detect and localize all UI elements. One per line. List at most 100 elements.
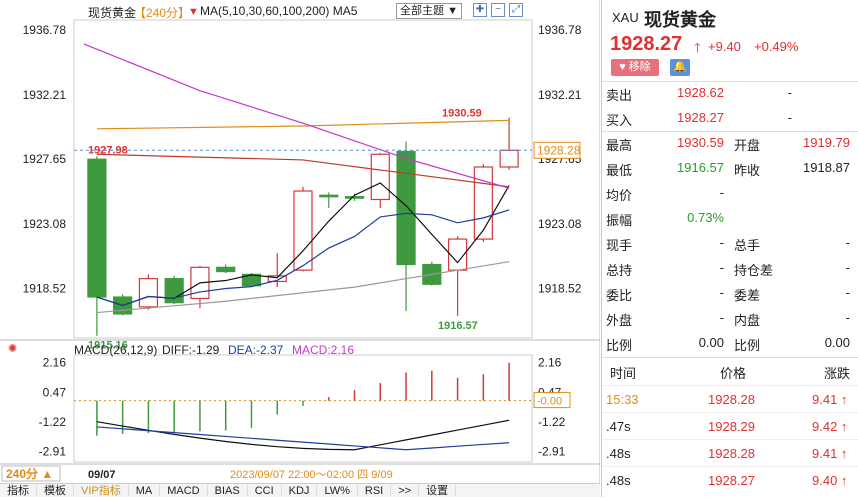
current-price-tag: 1928.28	[537, 143, 581, 157]
buy-price: 1928.27	[677, 110, 724, 125]
bottom-tab[interactable]: >>	[391, 484, 420, 497]
macd-tick-left: 2.16	[43, 356, 67, 370]
chart-area[interactable]: 1936.78 1936.78 1932.21 1932.21 1927.65 1927.…	[0, 0, 600, 497]
expand-icon[interactable]: ⤢	[509, 3, 523, 17]
macd-settings-icon: ✺	[8, 343, 17, 355]
ma-down-icon: ▼	[188, 6, 199, 18]
tick-row[interactable]: .48s 1928.28 9.41 ↑	[602, 439, 858, 464]
indicator-tab-bar: 指标 模板 VIP指标 MA MACD BIAS CCI KDJ LW% RSI >> 设置	[0, 483, 600, 497]
crosshair-icon[interactable]: ✚	[473, 3, 487, 17]
stat-value: 0.73%	[687, 210, 724, 225]
tick-row[interactable]: .48s 1928.27 9.40 ↑	[602, 466, 858, 491]
candle-body	[87, 158, 107, 298]
candle-body	[370, 153, 390, 201]
ma100-line	[96, 119, 510, 130]
tick-row[interactable]: .47s 1928.29 9.42 ↑	[602, 412, 858, 437]
stat-label: 总持	[606, 263, 633, 278]
bottom-tab[interactable]: BIAS	[208, 484, 248, 497]
stat-value: -	[845, 285, 850, 300]
theme-dropdown[interactable]: 全部主题 ▼	[396, 3, 462, 19]
stat-label: 昨收	[734, 163, 761, 178]
chevron-down-icon: ▼	[447, 5, 458, 17]
buy-volume: -	[787, 110, 792, 125]
stat-label: 现手	[606, 238, 633, 253]
price-tick-left: 1932.21	[23, 88, 67, 102]
chart-period: 【240分】	[134, 6, 191, 20]
macd-tick-right: -1.22	[538, 415, 566, 429]
tick-change: 9.41 ↑	[812, 392, 848, 407]
stat-value: -	[719, 235, 724, 250]
annotation-low2: 1916.57	[438, 320, 478, 332]
stat-value: 1930.59	[677, 135, 724, 150]
tick-price: 1928.27	[708, 473, 755, 488]
ticks-change-header: 涨跌	[824, 366, 851, 381]
stat-value: -	[845, 260, 850, 275]
stat-value: -	[845, 235, 850, 250]
candle-body	[499, 149, 519, 168]
period-selector: 240分 ▲	[6, 466, 53, 481]
bottom-tab[interactable]: VIP指标	[74, 484, 129, 497]
stat-label: 开盘	[734, 138, 761, 153]
quote-panel: XAU 现货黄金 1928.27 🡑 +9.40 +0.49% ♥ 移除 🔔 卖…	[601, 0, 858, 497]
stat-label: 均价	[606, 188, 633, 203]
remove-watchlist-button[interactable]: ♥ 移除	[611, 59, 659, 76]
bell-icon[interactable]: 🔔	[670, 59, 690, 76]
buy-label: 买入	[606, 113, 633, 128]
chart-title: 现货黄金	[88, 6, 137, 20]
tick-change: 9.40 ↑	[812, 473, 848, 488]
sell-volume: -	[787, 85, 792, 100]
stat-value: -	[719, 185, 724, 200]
tick-change: 9.42 ↑	[812, 419, 848, 434]
bottom-tab[interactable]: KDJ	[282, 484, 318, 497]
stat-label: 委比	[606, 288, 633, 303]
macd-label: MACD(26,12,9)	[74, 343, 157, 357]
tick-time: .47s	[606, 419, 631, 434]
zoom-out-icon[interactable]: −	[491, 3, 505, 17]
price-change: +9.40	[708, 39, 741, 54]
stat-label: 振幅	[606, 213, 633, 228]
stat-label: 持仓差	[734, 263, 774, 278]
bottom-tab[interactable]: 设置	[419, 484, 457, 497]
candle-body	[319, 194, 339, 198]
macd-zero-tag: -0.00	[537, 396, 562, 408]
candle-body	[473, 166, 493, 240]
stat-label: 委差	[734, 288, 761, 303]
tick-change: 9.41 ↑	[812, 446, 848, 461]
price-change-pct: +0.49%	[754, 39, 799, 54]
candle-body	[396, 150, 416, 266]
dea-line	[96, 426, 510, 451]
price-tick-right: 1932.21	[538, 88, 582, 102]
bottom-tab[interactable]: RSI	[358, 484, 392, 497]
price-tick-right: 1918.52	[538, 281, 582, 295]
stat-value: -	[719, 310, 724, 325]
candle-body	[293, 190, 313, 271]
stat-label: 内盘	[734, 313, 761, 328]
macd-tick-left: -1.22	[39, 415, 67, 429]
bottom-tab[interactable]: MA	[129, 484, 161, 497]
price-tick-left: 1918.52	[23, 281, 67, 295]
stat-value: 1919.79	[803, 135, 850, 150]
annotation-prev: 1927.98	[88, 145, 128, 157]
remove-label: 移除	[628, 61, 651, 73]
last-price: 1928.27	[610, 33, 683, 55]
kline-chart[interactable]: 1936.78 1936.78 1932.21 1932.21 1927.65 1927.…	[0, 0, 600, 497]
candle-body	[164, 278, 184, 304]
ma-legend: MA(5,10,30,60,100,200) MA5	[200, 4, 358, 18]
bottom-tab[interactable]: LW%	[317, 484, 358, 497]
date-range: 2023/09/07 22:00～02:00 四 9/09	[230, 469, 393, 481]
bottom-tab[interactable]: 模板	[37, 484, 74, 497]
sell-price: 1928.62	[677, 85, 724, 100]
bottom-tab[interactable]: 指标	[0, 484, 37, 497]
diff-line	[96, 419, 510, 451]
bottom-tab[interactable]: MACD	[160, 484, 208, 497]
tick-time: .48s	[606, 446, 631, 461]
price-tick-right: 1936.78	[538, 23, 582, 37]
bottom-tab[interactable]: CCI	[248, 484, 282, 497]
macd-tick-left: 0.47	[43, 385, 67, 399]
tick-row[interactable]: 15:33 1928.28 9.41 ↑	[602, 385, 858, 410]
stat-value: 0.00	[824, 335, 850, 350]
tick-price: 1928.29	[708, 419, 755, 434]
symbol-name: 现货黄金	[644, 10, 716, 30]
symbol-code: XAU	[612, 10, 639, 25]
stat-value: 1916.57	[677, 160, 724, 175]
